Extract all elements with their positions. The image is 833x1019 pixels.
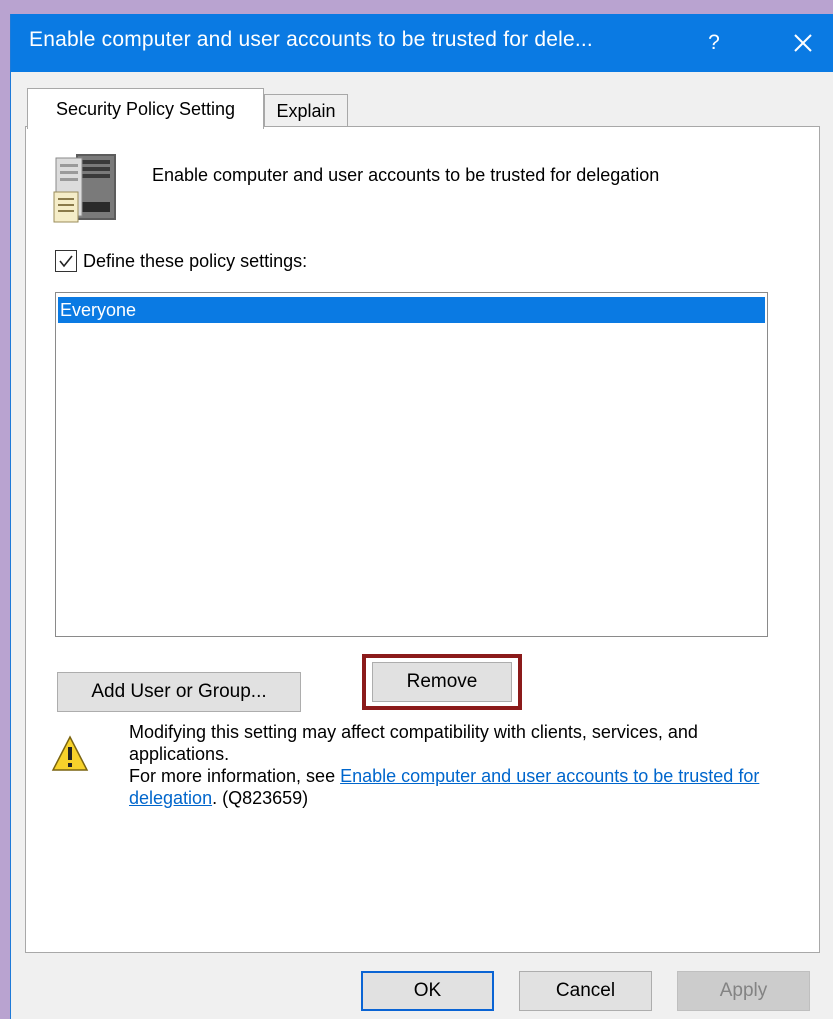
checkmark-icon: [59, 255, 73, 268]
tab-strip: Security Policy Setting Explain: [27, 88, 817, 129]
help-button[interactable]: ?: [689, 14, 739, 72]
remove-button[interactable]: Remove: [372, 662, 512, 702]
ok-button[interactable]: OK: [361, 971, 494, 1011]
tab-security-policy-setting[interactable]: Security Policy Setting: [27, 88, 264, 129]
accounts-list[interactable]: Everyone: [55, 292, 768, 637]
close-button[interactable]: [771, 14, 833, 72]
compatibility-warning: Modifying this setting may affect compat…: [129, 721, 779, 809]
window-title: Enable computer and user accounts to be …: [29, 28, 593, 51]
window-left-edge: [0, 0, 10, 1019]
close-icon: [793, 34, 812, 52]
security-policy-panel: Enable computer and user accounts to be …: [25, 126, 820, 953]
define-settings-checkbox[interactable]: [55, 250, 77, 272]
define-settings-row: Define these policy settings:: [55, 250, 307, 272]
warning-line-1: Modifying this setting may affect compat…: [129, 722, 698, 764]
list-item[interactable]: Everyone: [58, 297, 765, 323]
more-info-prefix: For more information, see: [129, 766, 341, 786]
warning-icon: [51, 735, 89, 771]
title-bar: Enable computer and user accounts to be …: [11, 14, 833, 72]
define-settings-label: Define these policy settings:: [83, 250, 308, 271]
add-user-or-group-button[interactable]: Add User or Group...: [57, 672, 301, 712]
warning-line-2: For more information, see Enable compute…: [129, 765, 779, 809]
policy-properties-dialog: Enable computer and user accounts to be …: [10, 14, 833, 1019]
more-info-suffix: . (Q823659): [212, 788, 309, 808]
apply-button[interactable]: Apply: [677, 971, 810, 1011]
cancel-button[interactable]: Cancel: [519, 971, 652, 1011]
server-policy-icon: [53, 154, 116, 223]
policy-title: Enable computer and user accounts to be …: [152, 165, 660, 185]
tab-explain[interactable]: Explain: [264, 94, 348, 128]
